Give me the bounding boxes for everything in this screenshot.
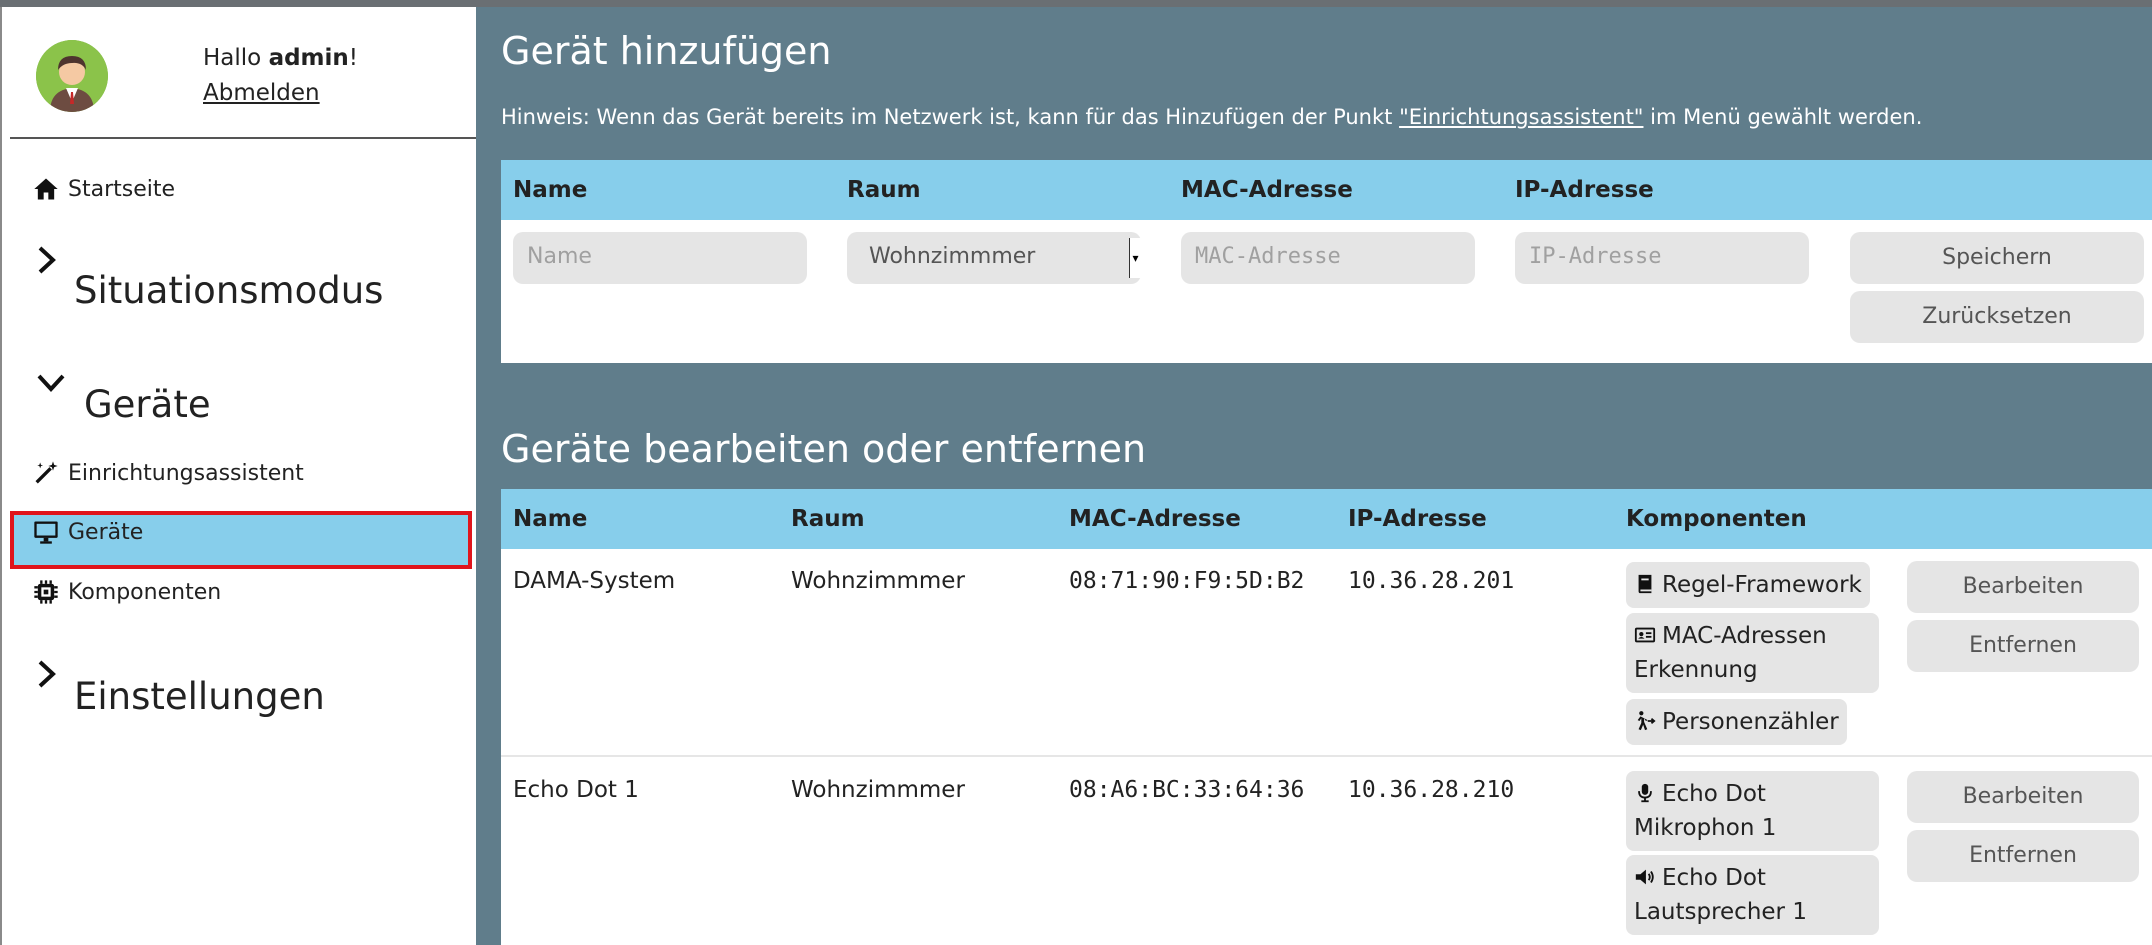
wizard-link[interactable]: "Einrichtungsassistent" [1399, 105, 1643, 129]
avatar [36, 40, 108, 112]
id-card-icon [1634, 627, 1656, 643]
name-input[interactable]: Name [513, 232, 807, 284]
device-mac: 08:71:90:F9:5D:B2 [1069, 568, 1305, 594]
microphone-icon [1638, 783, 1652, 803]
sidebar: Hallo admin! Abmelden Startseite Situati… [0, 7, 478, 945]
edit-button[interactable]: Bearbeiten [1907, 561, 2139, 613]
person-walking-icon [1637, 711, 1656, 731]
main-content: Gerät hinzufügen Hinweis: Wenn das Gerät… [476, 7, 2152, 945]
component-chip[interactable]: Echo Dot Mikrophon 1 [1626, 771, 1879, 851]
component-label-line-1: Echo Dot [1662, 865, 1766, 891]
mac-input[interactable]: MAC-Adresse [1181, 232, 1475, 284]
nav-item-devices-label: Geräte [68, 519, 144, 545]
magic-wand-icon [35, 461, 58, 484]
component-label-line-1: MAC-Adressen [1662, 623, 1827, 649]
component-label-line-2: Erkennung [1634, 657, 1758, 683]
nav-item-components-label: Komponenten [68, 579, 222, 605]
column-header-components: Komponenten [1626, 506, 1807, 532]
component-label-line-1: Echo Dot [1662, 781, 1766, 807]
save-button[interactable]: Speichern [1850, 232, 2144, 284]
chevron-right-icon[interactable] [36, 659, 58, 697]
column-header-ip: IP-Adresse [1515, 177, 1654, 203]
window-top-bar [0, 0, 2152, 7]
device-ip: 10.36.28.201 [1348, 568, 1515, 594]
add-device-hint: Hinweis: Wenn das Gerät bereits im Netzw… [501, 105, 1923, 129]
row-divider [501, 755, 2152, 757]
edit-button[interactable]: Bearbeiten [1907, 771, 2139, 823]
microchip-icon [34, 580, 58, 604]
component-chip[interactable]: MAC-Adressen Erkennung [1626, 613, 1879, 693]
devices-table-header: Name Raum MAC-Adresse IP-Adresse Kompone… [501, 489, 2152, 549]
select-arrow-icon[interactable]: ▾ [1129, 238, 1141, 278]
column-header-room: Raum [791, 506, 865, 532]
chevron-right-icon[interactable] [36, 245, 58, 283]
add-device-form: Name Raum MAC-Adresse IP-Adresse Name Wo… [501, 160, 2152, 363]
nav-section-situations[interactable]: Situationsmodus [74, 269, 383, 312]
home-icon [34, 178, 58, 200]
nav-item-wizard-label: Einrichtungsassistent [68, 460, 304, 486]
add-device-title: Gerät hinzufügen [501, 29, 832, 73]
avatar-icon [36, 40, 108, 112]
device-mac: 08:A6:BC:33:64:36 [1069, 777, 1305, 803]
remove-button[interactable]: Entfernen [1907, 830, 2139, 882]
column-header-name: Name [513, 506, 588, 532]
component-label-line-2: Lautsprecher 1 [1634, 899, 1807, 925]
desktop-icon [34, 521, 58, 544]
column-header-mac: MAC-Adresse [1181, 177, 1353, 203]
component-chip[interactable]: Echo Dot Lautsprecher 1 [1626, 855, 1879, 935]
column-header-name: Name [513, 177, 588, 203]
component-label-line-2: Mikrophon 1 [1634, 815, 1777, 841]
room-select-value: Wohnzimmmer [869, 244, 1036, 269]
devices-table: Name Raum MAC-Adresse IP-Adresse Kompone… [501, 489, 2152, 945]
nav-item-components[interactable]: Komponenten [32, 578, 221, 606]
nav-section-devices[interactable]: Geräte [84, 383, 211, 426]
component-chip[interactable]: Personenzähler [1626, 699, 1847, 745]
chevron-down-icon[interactable] [36, 367, 66, 402]
device-name: Echo Dot 1 [513, 777, 639, 803]
nav-item-home[interactable]: Startseite [32, 175, 175, 203]
device-room: Wohnzimmmer [791, 777, 965, 803]
book-icon [1638, 574, 1652, 594]
device-name: DAMA-System [513, 568, 676, 594]
reset-button[interactable]: Zurücksetzen [1850, 291, 2144, 343]
speaker-icon [1635, 869, 1654, 885]
component-label: Personenzähler [1662, 709, 1839, 735]
edit-devices-title: Geräte bearbeiten oder entfernen [501, 427, 1147, 471]
device-room: Wohnzimmmer [791, 568, 965, 594]
column-header-ip: IP-Adresse [1348, 506, 1487, 532]
nav-item-devices[interactable]: Geräte [32, 518, 143, 546]
remove-button[interactable]: Entfernen [1907, 620, 2139, 672]
component-chip[interactable]: Regel-Framework [1626, 562, 1870, 608]
room-select[interactable]: Wohnzimmmer ▾ [847, 232, 1141, 284]
nav-item-wizard[interactable]: Einrichtungsassistent [32, 459, 304, 487]
ip-input[interactable]: IP-Adresse [1515, 232, 1809, 284]
nav-section-settings[interactable]: Einstellungen [74, 675, 325, 718]
greeting: Hallo admin! [203, 45, 359, 71]
add-table-header: Name Raum MAC-Adresse IP-Adresse [501, 160, 2152, 220]
device-ip: 10.36.28.210 [1348, 777, 1515, 803]
logout-link[interactable]: Abmelden [203, 80, 320, 106]
user-box: Hallo admin! Abmelden [10, 7, 478, 139]
component-label: Regel-Framework [1662, 572, 1862, 598]
username: admin [268, 45, 349, 71]
nav-item-home-label: Startseite [68, 176, 176, 202]
column-header-room: Raum [847, 177, 921, 203]
column-header-mac: MAC-Adresse [1069, 506, 1241, 532]
